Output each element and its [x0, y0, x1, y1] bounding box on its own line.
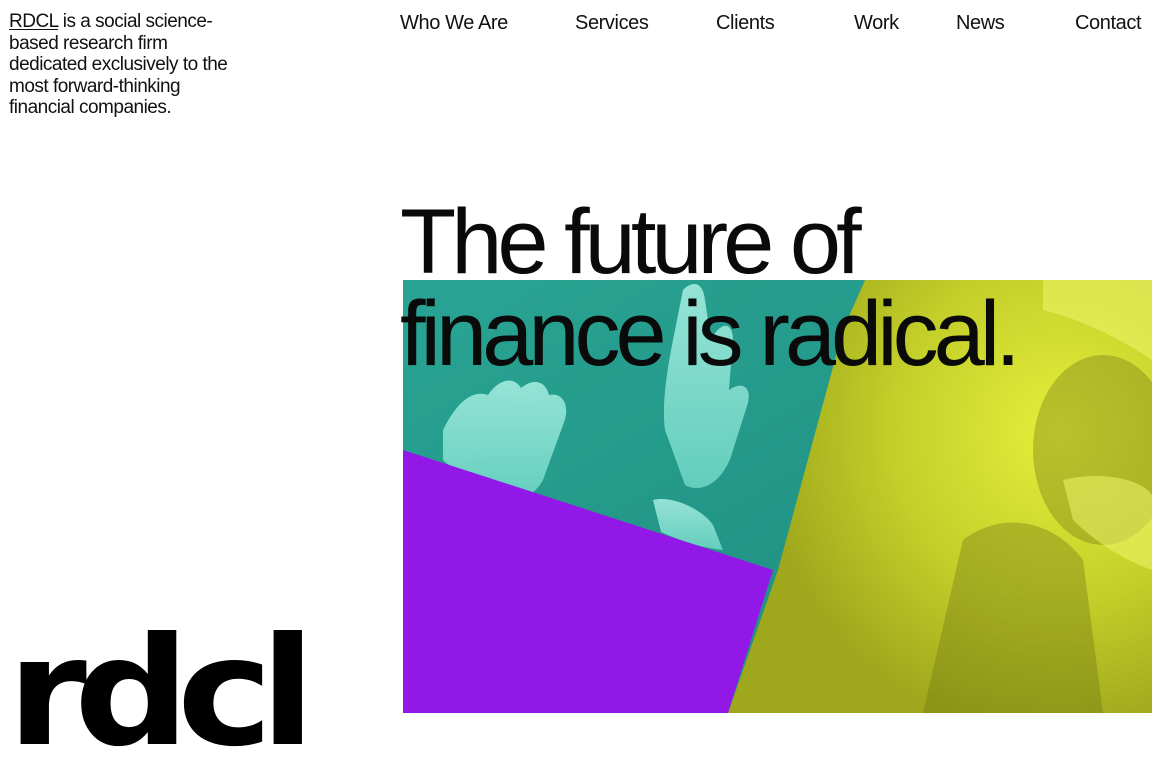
nav-news[interactable]: News [956, 11, 1005, 35]
nav-services[interactable]: Services [575, 11, 649, 35]
nav-contact[interactable]: Contact [1075, 11, 1142, 35]
hero-headline: The future of finance is radical. [400, 191, 1021, 385]
hero-headline-line2: finance is radical. [400, 283, 1021, 385]
nav-work[interactable]: Work [854, 11, 899, 35]
nav-who-we-are[interactable]: Who We Are [400, 11, 508, 35]
intro-text: RDCL is a social science-based research … [9, 11, 249, 119]
hero-headline-line1: The future of [400, 191, 862, 293]
rdcl-home-link[interactable]: RDCL [9, 11, 59, 32]
rdcl-logo[interactable]: rdcl [7, 618, 316, 768]
nav-clients[interactable]: Clients [716, 11, 775, 35]
